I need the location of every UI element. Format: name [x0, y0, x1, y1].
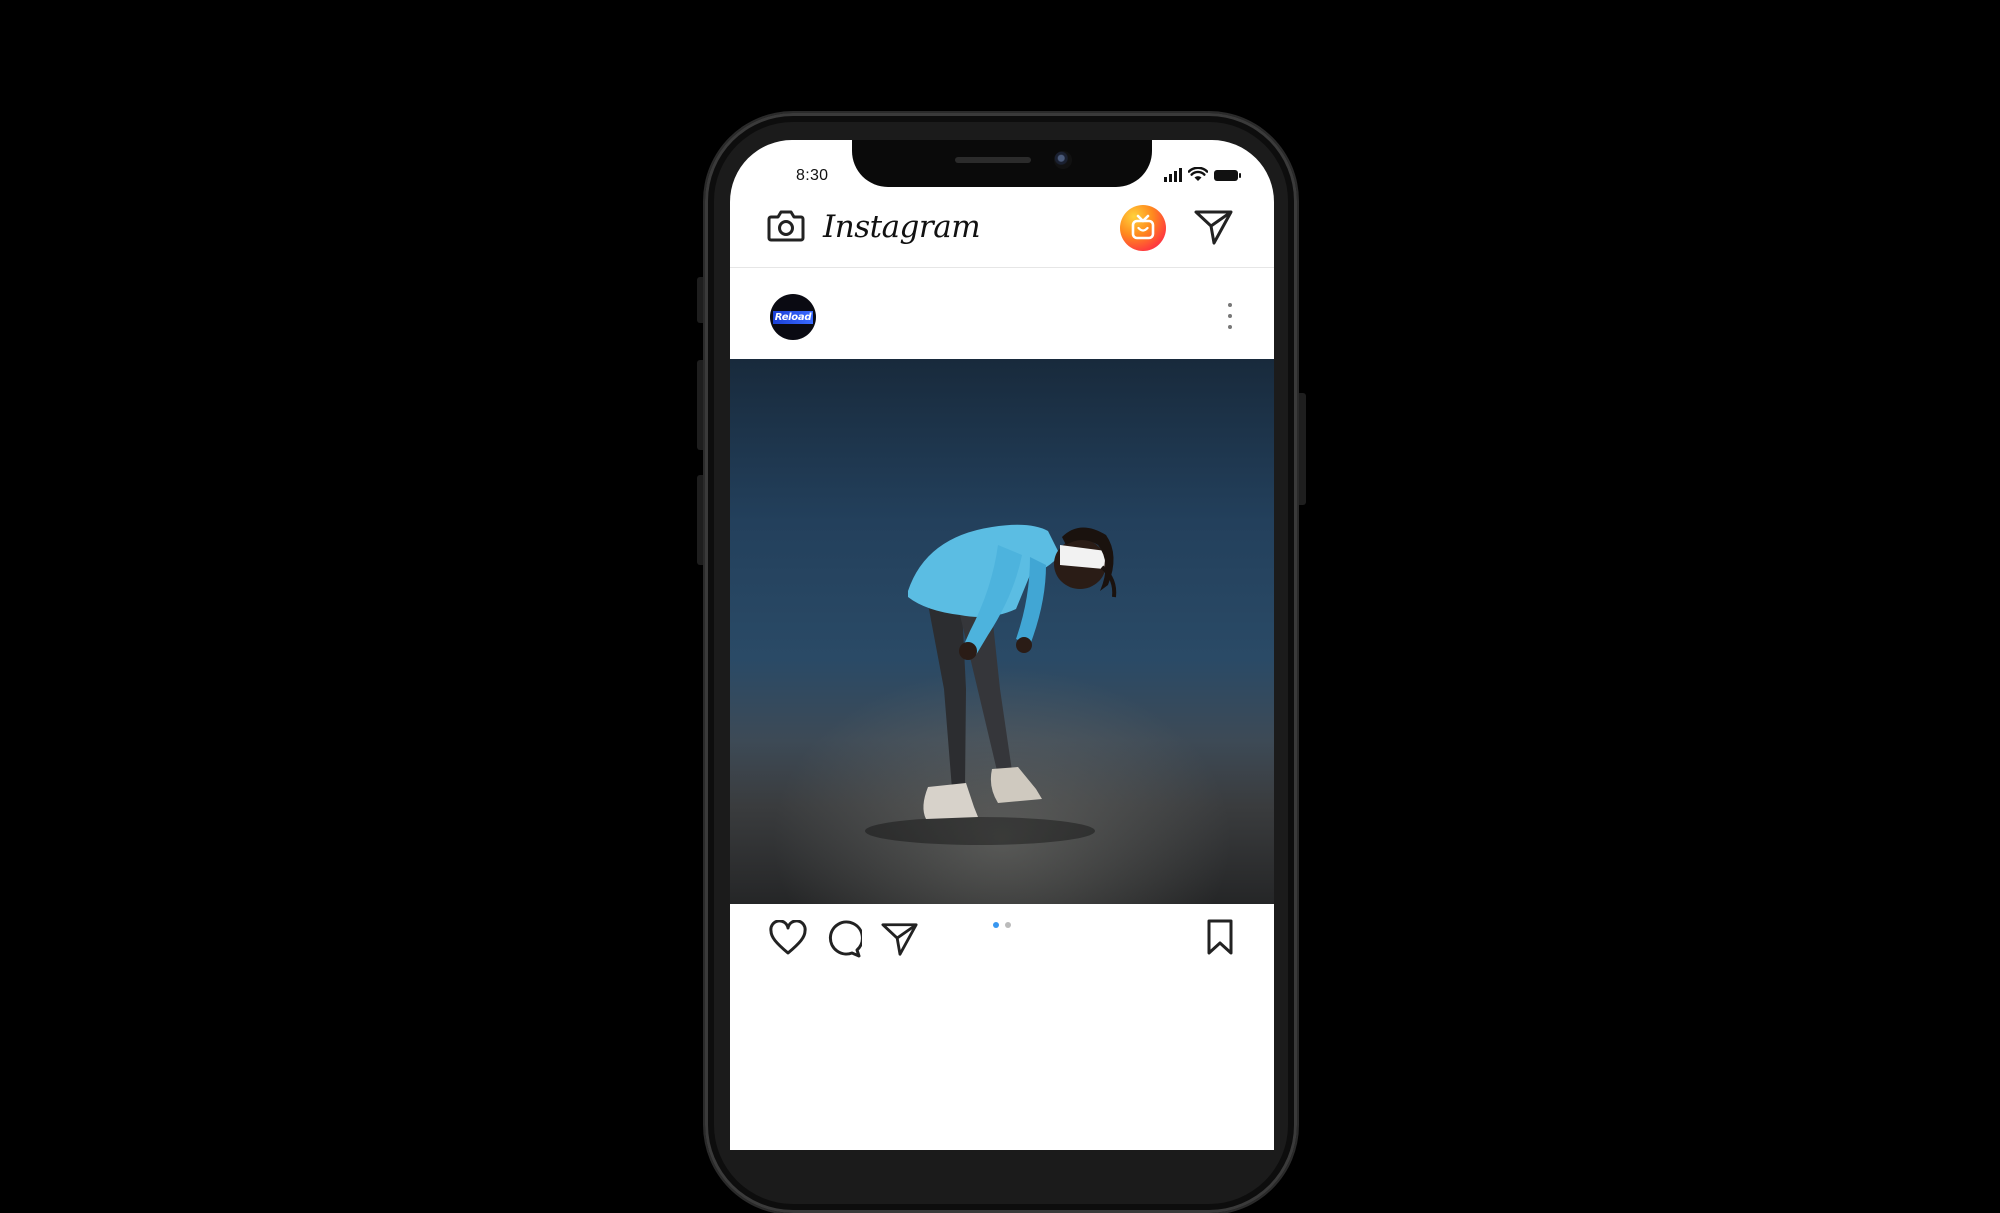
- cellular-signal-icon: [1164, 168, 1182, 182]
- igtv-glyph: [1131, 214, 1155, 240]
- front-camera: [1054, 151, 1072, 169]
- more-vertical-icon[interactable]: [1227, 303, 1233, 329]
- phone-notch: [852, 140, 1152, 187]
- status-icons: [1164, 166, 1241, 182]
- status-time: 8:30: [796, 167, 829, 184]
- phone-screen: 8:30 Instagram Reload: [730, 140, 1274, 1150]
- bookmark-icon[interactable]: [1204, 918, 1236, 956]
- avatar-logo-text: Reload: [772, 310, 814, 324]
- post-author-avatar[interactable]: Reload: [770, 294, 816, 340]
- direct-message-icon[interactable]: [1193, 207, 1235, 247]
- phone-power-button: [1296, 393, 1306, 505]
- igtv-icon[interactable]: [1120, 205, 1166, 251]
- comment-icon[interactable]: [824, 920, 862, 958]
- wifi-icon: [1188, 167, 1208, 181]
- post-actions-bar: [730, 904, 1274, 974]
- camera-icon[interactable]: [766, 207, 806, 243]
- app-header: Instagram: [730, 195, 1274, 268]
- app-logo: Instagram: [823, 209, 981, 245]
- carousel-dot: [1005, 922, 1011, 928]
- carousel-indicator: [993, 922, 1011, 928]
- carousel-dot-active: [993, 922, 999, 928]
- battery-icon: [1214, 170, 1241, 181]
- share-icon[interactable]: [880, 920, 920, 958]
- phone-speaker: [955, 157, 1031, 163]
- heart-icon[interactable]: [768, 920, 808, 956]
- post-image[interactable]: [730, 359, 1274, 904]
- athlete-photo: [865, 524, 1117, 845]
